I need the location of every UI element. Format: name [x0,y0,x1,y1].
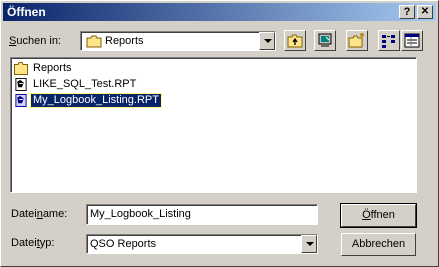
filetype-label: Dateityp: [11,237,54,250]
filename-value: My_Logbook_Listing [90,208,191,220]
filename-label-post: ame: [42,208,68,220]
new-folder-button[interactable] [346,30,368,51]
list-item-label: My_Logbook_Listing.RPT [30,93,162,108]
filetype-combobox[interactable]: QSO Reports [86,234,318,254]
folder-icon [86,35,102,48]
lookin-dropdown-button[interactable] [259,32,275,50]
help-button[interactable]: ? [399,5,415,19]
list-view-button[interactable] [378,30,400,51]
details-view-icon [404,33,420,48]
close-button[interactable]: ✕ [417,5,433,19]
up-folder-icon [287,34,303,48]
list-item-label: Reports [33,62,72,74]
up-folder-button[interactable] [284,30,306,51]
lookin-combobox[interactable]: Reports [80,31,276,51]
lookin-value: Reports [105,35,144,47]
filetype-dropdown-button[interactable] [301,235,317,253]
open-button-accel: Ö [362,209,371,221]
details-view-button[interactable] [401,30,423,51]
title-bar[interactable]: Öffnen ? ✕ [3,3,436,21]
open-button[interactable]: Öffnen [340,203,417,228]
desktop-icon [318,33,332,47]
file-list[interactable]: Reports LIKE_SQL_Test.RPT My_Logbook_Lis… [10,57,417,193]
open-button-label: ffnen [370,209,395,221]
cancel-button[interactable]: Abbrechen [341,233,416,256]
report-file-icon [15,78,27,91]
filename-label: Dateiname: [11,208,67,221]
chevron-down-icon [306,242,314,246]
folder-icon [14,62,28,75]
lookin-label: Suchen in: [9,35,61,48]
report-file-icon [15,94,27,107]
list-item-label: LIKE_SQL_Test.RPT [33,78,137,90]
filetype-label-pre: Datei [11,237,37,249]
chevron-down-icon [264,39,272,43]
new-folder-icon [348,33,364,48]
window-title: Öffnen [7,5,46,19]
open-dialog: Öffnen ? ✕ Suchen in: Reports Reports LI… [0,0,439,267]
filename-label-pre: Datei [11,208,37,220]
list-view-icon [382,35,395,48]
lookin-label-text: uchen in: [16,35,61,47]
filetype-value: QSO Reports [90,238,157,250]
desktop-button[interactable] [314,30,336,51]
filetype-label-post: yp: [39,237,55,249]
filename-input[interactable]: My_Logbook_Listing [86,204,318,225]
